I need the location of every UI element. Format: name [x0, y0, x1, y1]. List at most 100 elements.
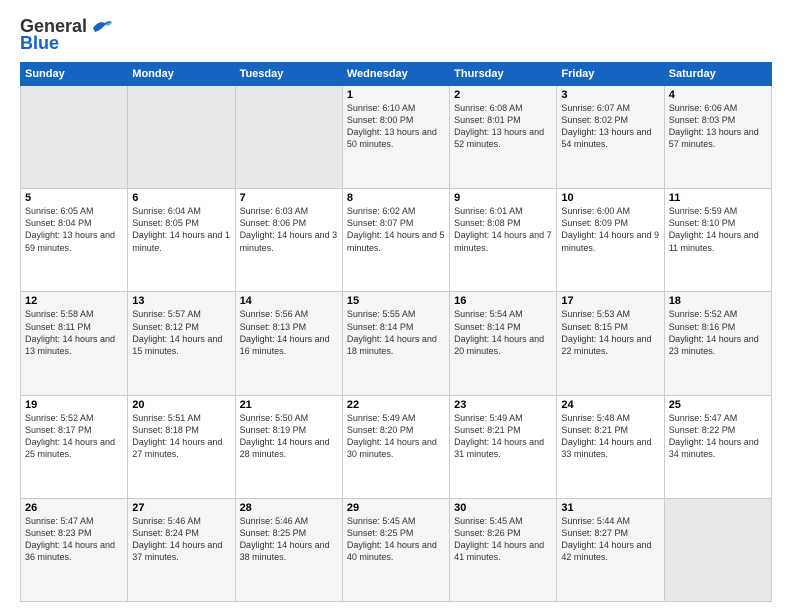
day-info: Sunrise: 5:47 AMSunset: 8:22 PMDaylight:…: [669, 412, 767, 461]
calendar-cell: 19Sunrise: 5:52 AMSunset: 8:17 PMDayligh…: [21, 395, 128, 498]
calendar-cell: 17Sunrise: 5:53 AMSunset: 8:15 PMDayligh…: [557, 292, 664, 395]
calendar-week-row: 5Sunrise: 6:05 AMSunset: 8:04 PMDaylight…: [21, 189, 772, 292]
day-number: 11: [669, 192, 767, 204]
calendar-header-row: SundayMondayTuesdayWednesdayThursdayFrid…: [21, 63, 772, 86]
day-number: 1: [347, 89, 445, 101]
day-number: 24: [561, 399, 659, 411]
weekday-header: Thursday: [450, 63, 557, 86]
day-number: 27: [132, 502, 230, 514]
calendar-cell: 1Sunrise: 6:10 AMSunset: 8:00 PMDaylight…: [342, 86, 449, 189]
calendar-cell: 29Sunrise: 5:45 AMSunset: 8:25 PMDayligh…: [342, 498, 449, 601]
weekday-header: Sunday: [21, 63, 128, 86]
weekday-header: Saturday: [664, 63, 771, 86]
day-number: 30: [454, 502, 552, 514]
day-number: 19: [25, 399, 123, 411]
calendar-cell: 16Sunrise: 5:54 AMSunset: 8:14 PMDayligh…: [450, 292, 557, 395]
day-info: Sunrise: 5:58 AMSunset: 8:11 PMDaylight:…: [25, 308, 123, 357]
calendar-cell: 20Sunrise: 5:51 AMSunset: 8:18 PMDayligh…: [128, 395, 235, 498]
header: General Blue: [20, 16, 772, 54]
day-number: 21: [240, 399, 338, 411]
calendar-cell: 30Sunrise: 5:45 AMSunset: 8:26 PMDayligh…: [450, 498, 557, 601]
day-number: 3: [561, 89, 659, 101]
calendar-cell: 15Sunrise: 5:55 AMSunset: 8:14 PMDayligh…: [342, 292, 449, 395]
day-info: Sunrise: 5:51 AMSunset: 8:18 PMDaylight:…: [132, 412, 230, 461]
calendar-cell: 10Sunrise: 6:00 AMSunset: 8:09 PMDayligh…: [557, 189, 664, 292]
calendar-cell: [21, 86, 128, 189]
calendar-cell: [235, 86, 342, 189]
day-info: Sunrise: 5:54 AMSunset: 8:14 PMDaylight:…: [454, 308, 552, 357]
day-number: 23: [454, 399, 552, 411]
day-info: Sunrise: 6:08 AMSunset: 8:01 PMDaylight:…: [454, 102, 552, 151]
day-number: 31: [561, 502, 659, 514]
logo-blue-text: Blue: [20, 33, 59, 54]
calendar-cell: 12Sunrise: 5:58 AMSunset: 8:11 PMDayligh…: [21, 292, 128, 395]
day-number: 28: [240, 502, 338, 514]
calendar-week-row: 26Sunrise: 5:47 AMSunset: 8:23 PMDayligh…: [21, 498, 772, 601]
day-number: 17: [561, 295, 659, 307]
day-info: Sunrise: 6:00 AMSunset: 8:09 PMDaylight:…: [561, 205, 659, 254]
calendar-cell: 21Sunrise: 5:50 AMSunset: 8:19 PMDayligh…: [235, 395, 342, 498]
calendar-cell: 7Sunrise: 6:03 AMSunset: 8:06 PMDaylight…: [235, 189, 342, 292]
day-info: Sunrise: 5:44 AMSunset: 8:27 PMDaylight:…: [561, 515, 659, 564]
day-number: 20: [132, 399, 230, 411]
day-info: Sunrise: 5:49 AMSunset: 8:21 PMDaylight:…: [454, 412, 552, 461]
day-number: 16: [454, 295, 552, 307]
day-number: 26: [25, 502, 123, 514]
calendar-cell: 11Sunrise: 5:59 AMSunset: 8:10 PMDayligh…: [664, 189, 771, 292]
day-number: 5: [25, 192, 123, 204]
calendar-cell: 2Sunrise: 6:08 AMSunset: 8:01 PMDaylight…: [450, 86, 557, 189]
day-number: 10: [561, 192, 659, 204]
day-info: Sunrise: 6:02 AMSunset: 8:07 PMDaylight:…: [347, 205, 445, 254]
calendar-cell: 18Sunrise: 5:52 AMSunset: 8:16 PMDayligh…: [664, 292, 771, 395]
day-number: 25: [669, 399, 767, 411]
calendar-cell: 26Sunrise: 5:47 AMSunset: 8:23 PMDayligh…: [21, 498, 128, 601]
day-number: 4: [669, 89, 767, 101]
day-info: Sunrise: 5:46 AMSunset: 8:25 PMDaylight:…: [240, 515, 338, 564]
day-info: Sunrise: 5:45 AMSunset: 8:25 PMDaylight:…: [347, 515, 445, 564]
day-info: Sunrise: 5:52 AMSunset: 8:17 PMDaylight:…: [25, 412, 123, 461]
calendar-cell: 23Sunrise: 5:49 AMSunset: 8:21 PMDayligh…: [450, 395, 557, 498]
calendar-cell: [664, 498, 771, 601]
calendar-cell: 31Sunrise: 5:44 AMSunset: 8:27 PMDayligh…: [557, 498, 664, 601]
day-number: 7: [240, 192, 338, 204]
calendar-cell: 25Sunrise: 5:47 AMSunset: 8:22 PMDayligh…: [664, 395, 771, 498]
weekday-header: Wednesday: [342, 63, 449, 86]
calendar-cell: 13Sunrise: 5:57 AMSunset: 8:12 PMDayligh…: [128, 292, 235, 395]
day-number: 22: [347, 399, 445, 411]
logo-bird-icon: [91, 18, 113, 36]
day-number: 12: [25, 295, 123, 307]
calendar-cell: 3Sunrise: 6:07 AMSunset: 8:02 PMDaylight…: [557, 86, 664, 189]
day-number: 15: [347, 295, 445, 307]
calendar-cell: 9Sunrise: 6:01 AMSunset: 8:08 PMDaylight…: [450, 189, 557, 292]
day-info: Sunrise: 6:07 AMSunset: 8:02 PMDaylight:…: [561, 102, 659, 151]
day-info: Sunrise: 5:53 AMSunset: 8:15 PMDaylight:…: [561, 308, 659, 357]
day-info: Sunrise: 5:55 AMSunset: 8:14 PMDaylight:…: [347, 308, 445, 357]
day-info: Sunrise: 5:49 AMSunset: 8:20 PMDaylight:…: [347, 412, 445, 461]
day-number: 14: [240, 295, 338, 307]
day-info: Sunrise: 6:10 AMSunset: 8:00 PMDaylight:…: [347, 102, 445, 151]
calendar-week-row: 1Sunrise: 6:10 AMSunset: 8:00 PMDaylight…: [21, 86, 772, 189]
day-info: Sunrise: 6:01 AMSunset: 8:08 PMDaylight:…: [454, 205, 552, 254]
calendar-cell: 28Sunrise: 5:46 AMSunset: 8:25 PMDayligh…: [235, 498, 342, 601]
day-info: Sunrise: 5:57 AMSunset: 8:12 PMDaylight:…: [132, 308, 230, 357]
day-number: 18: [669, 295, 767, 307]
weekday-header: Tuesday: [235, 63, 342, 86]
calendar-cell: 8Sunrise: 6:02 AMSunset: 8:07 PMDaylight…: [342, 189, 449, 292]
weekday-header: Monday: [128, 63, 235, 86]
calendar-week-row: 12Sunrise: 5:58 AMSunset: 8:11 PMDayligh…: [21, 292, 772, 395]
calendar-cell: 6Sunrise: 6:04 AMSunset: 8:05 PMDaylight…: [128, 189, 235, 292]
calendar-cell: 22Sunrise: 5:49 AMSunset: 8:20 PMDayligh…: [342, 395, 449, 498]
day-number: 9: [454, 192, 552, 204]
day-info: Sunrise: 5:47 AMSunset: 8:23 PMDaylight:…: [25, 515, 123, 564]
calendar-cell: 24Sunrise: 5:48 AMSunset: 8:21 PMDayligh…: [557, 395, 664, 498]
day-number: 13: [132, 295, 230, 307]
calendar-cell: 14Sunrise: 5:56 AMSunset: 8:13 PMDayligh…: [235, 292, 342, 395]
day-number: 2: [454, 89, 552, 101]
day-info: Sunrise: 5:45 AMSunset: 8:26 PMDaylight:…: [454, 515, 552, 564]
day-info: Sunrise: 6:03 AMSunset: 8:06 PMDaylight:…: [240, 205, 338, 254]
day-info: Sunrise: 6:04 AMSunset: 8:05 PMDaylight:…: [132, 205, 230, 254]
logo: General Blue: [20, 16, 113, 54]
day-info: Sunrise: 6:06 AMSunset: 8:03 PMDaylight:…: [669, 102, 767, 151]
calendar-week-row: 19Sunrise: 5:52 AMSunset: 8:17 PMDayligh…: [21, 395, 772, 498]
day-number: 29: [347, 502, 445, 514]
